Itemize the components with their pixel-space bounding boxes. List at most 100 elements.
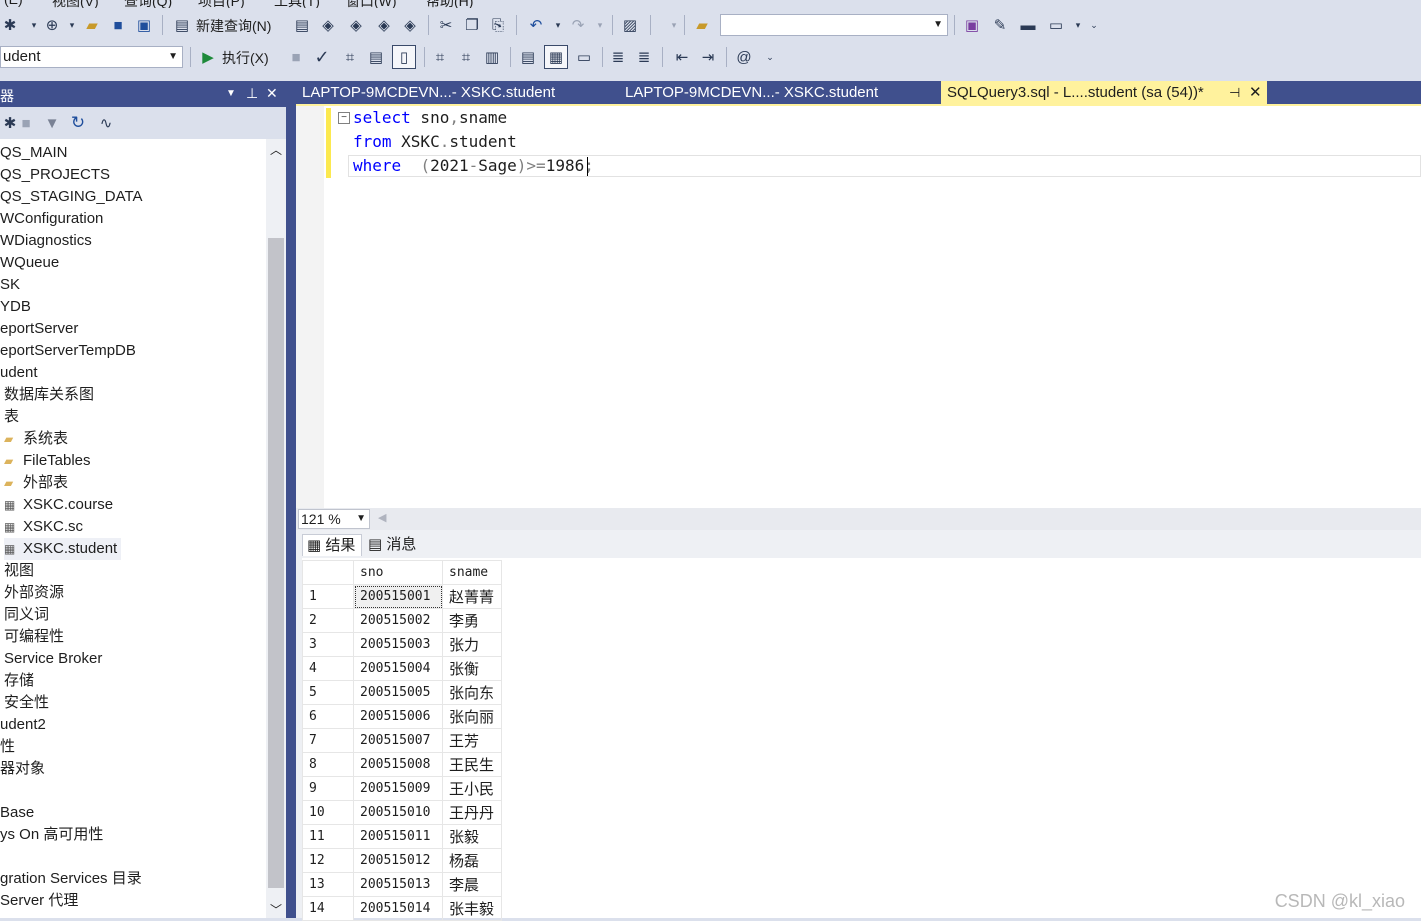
sname-cell[interactable]: 赵菁菁 — [442, 584, 502, 609]
open-folder-icon[interactable]: ▰ — [82, 15, 102, 35]
add-item-icon[interactable]: ⊕ — [42, 15, 62, 35]
decrease-indent-icon[interactable]: ⇤ — [672, 47, 692, 67]
copy-icon[interactable]: ❐ — [462, 15, 482, 35]
sno-cell[interactable]: 200515005 — [353, 680, 443, 705]
column-header-sno[interactable]: sno — [353, 560, 443, 585]
paste-icon[interactable]: ⎘ — [488, 15, 508, 35]
sno-cell[interactable]: 200515014 — [353, 896, 443, 921]
refresh-icon[interactable]: ↻ — [68, 113, 88, 133]
row-number-cell[interactable]: 2 — [302, 608, 354, 633]
sno-cell[interactable]: 200515009 — [353, 776, 443, 801]
sname-cell[interactable]: 张向丽 — [442, 704, 502, 729]
zoom-selector[interactable]: 121 % ▼ — [298, 509, 370, 529]
solution-explorer-icon[interactable]: ▣ — [962, 15, 982, 35]
panel-splitter[interactable] — [286, 81, 296, 918]
chevron-down-icon[interactable]: ▼ — [226, 88, 236, 99]
tree-item[interactable]: ▰ FileTables — [4, 450, 91, 472]
new-query-button[interactable]: 新建查询(N) — [196, 16, 271, 36]
tree-item[interactable]: gration Services 目录 — [0, 868, 142, 890]
database-engine-query-icon[interactable]: ▤ — [292, 15, 312, 35]
menu-item[interactable]: (E) — [4, 0, 23, 7]
tree-item[interactable]: 表 — [4, 406, 19, 428]
sno-cell[interactable]: 200515008 — [353, 752, 443, 777]
tab-results[interactable]: ▦ 结果 — [302, 534, 363, 556]
tree-item[interactable]: ▦ XSKC.sc — [4, 516, 83, 538]
sno-cell[interactable]: 200515013 — [353, 872, 443, 897]
close-tab-icon[interactable]: ✕ — [1249, 81, 1262, 105]
row-number-cell[interactable]: 12 — [302, 848, 354, 873]
row-number-cell[interactable]: 14 — [302, 896, 354, 921]
tree-item[interactable]: eportServer — [0, 318, 78, 340]
sname-cell[interactable]: 李晨 — [442, 872, 502, 897]
row-number-cell[interactable]: 10 — [302, 800, 354, 825]
dmx-query-icon[interactable]: ◈ — [346, 15, 366, 35]
tree-item[interactable]: 可编程性 — [4, 626, 64, 648]
dropdown-arrow-icon[interactable]: ▾ — [24, 15, 44, 35]
tree-item[interactable]: 视图 — [4, 560, 34, 582]
sname-cell[interactable]: 王丹丹 — [442, 800, 502, 825]
cut-icon[interactable]: ✂ — [436, 15, 456, 35]
tab-query-2[interactable]: LAPTOP-9MCDEVN...- XSKC.student — [619, 81, 925, 105]
code-line-2[interactable]: from XSKC.student — [353, 130, 517, 154]
menu-item[interactable]: 视图(V) — [52, 0, 99, 8]
filter-icon[interactable]: ▼ — [42, 113, 62, 133]
collapse-toggle-icon[interactable]: − — [338, 112, 350, 124]
row-number-header[interactable] — [302, 560, 354, 585]
sno-cell[interactable]: 200515002 — [353, 608, 443, 633]
sname-cell[interactable]: 王小民 — [442, 776, 502, 801]
tree-item[interactable]: ▰ 系统表 — [4, 428, 68, 450]
new-query-icon[interactable]: ▤ — [172, 15, 192, 35]
stop-icon[interactable]: ■ — [286, 47, 306, 67]
row-number-cell[interactable]: 6 — [302, 704, 354, 729]
dropdown-arrow-icon[interactable]: ▾ — [590, 15, 610, 35]
tree-item[interactable]: Service Broker — [4, 648, 102, 670]
chevron-down-icon[interactable]: ﹀ — [270, 901, 282, 918]
live-query-stats-icon[interactable]: ⌗ — [456, 47, 476, 67]
parse-check-icon[interactable]: ✓ — [312, 47, 332, 67]
execute-button[interactable]: 执行(X) — [222, 48, 269, 68]
save-icon[interactable]: ■ — [108, 15, 128, 35]
tree-item[interactable]: eportServerTempDB — [0, 340, 136, 362]
row-number-cell[interactable]: 7 — [302, 728, 354, 753]
tree-item[interactable]: YDB — [0, 296, 31, 318]
pin-icon[interactable]: ⊥ — [246, 85, 258, 102]
increase-indent-icon[interactable]: ⇥ — [698, 47, 718, 67]
client-statistics-icon[interactable]: ▥ — [482, 47, 502, 67]
row-number-cell[interactable]: 5 — [302, 680, 354, 705]
chevron-up-icon[interactable]: ︿ — [270, 141, 282, 158]
dropdown-arrow-icon[interactable]: ▾ — [664, 15, 684, 35]
sno-cell[interactable]: 200515011 — [353, 824, 443, 849]
menu-item[interactable]: 窗口(W) — [346, 0, 397, 8]
scroll-left-icon[interactable]: ◀ — [378, 511, 386, 524]
toolbar-options-icon[interactable]: ⌄ — [760, 47, 780, 67]
pin-icon[interactable]: ⊣ — [1229, 81, 1240, 105]
row-number-cell[interactable]: 8 — [302, 752, 354, 777]
sno-cell[interactable]: 200515003 — [353, 632, 443, 657]
tree-item[interactable]: ▦ XSKC.student — [4, 538, 122, 560]
sno-cell[interactable]: 200515001 — [353, 584, 443, 609]
activity-pulse-icon[interactable]: ∿ — [96, 113, 116, 133]
row-number-cell[interactable]: 9 — [302, 776, 354, 801]
execute-play-icon[interactable]: ▶ — [198, 47, 218, 67]
tree-item[interactable]: 器对象 — [0, 758, 45, 780]
find-in-files-icon[interactable]: ▰ — [692, 15, 712, 35]
menu-item[interactable]: 帮助(H) — [426, 0, 473, 8]
tab-sqlquery3[interactable]: SQLQuery3.sql - L....student (sa (54))* … — [941, 81, 1267, 105]
tree-item[interactable]: 外部资源 — [4, 582, 64, 604]
tree-item[interactable]: 同义词 — [4, 604, 49, 626]
tree-item[interactable]: SK — [0, 274, 20, 296]
toolbox-icon[interactable]: ▬ — [1018, 15, 1038, 35]
tree-item[interactable]: QS_MAIN — [0, 142, 68, 164]
undo-icon[interactable]: ↶ — [526, 15, 546, 35]
tree-item[interactable]: 存储 — [4, 670, 34, 692]
tree-item[interactable]: 性 — [0, 736, 15, 758]
tree-item[interactable]: WQueue — [0, 252, 59, 274]
tree-item[interactable]: WDiagnostics — [0, 230, 92, 252]
redo-icon[interactable]: ↷ — [568, 15, 588, 35]
sname-cell[interactable]: 张衡 — [442, 656, 502, 681]
tree-item[interactable]: WConfiguration — [0, 208, 103, 230]
row-number-cell[interactable]: 3 — [302, 632, 354, 657]
sname-cell[interactable]: 张向东 — [442, 680, 502, 705]
tree-item[interactable]: QS_PROJECTS — [0, 164, 110, 186]
sname-cell[interactable]: 王芳 — [442, 728, 502, 753]
